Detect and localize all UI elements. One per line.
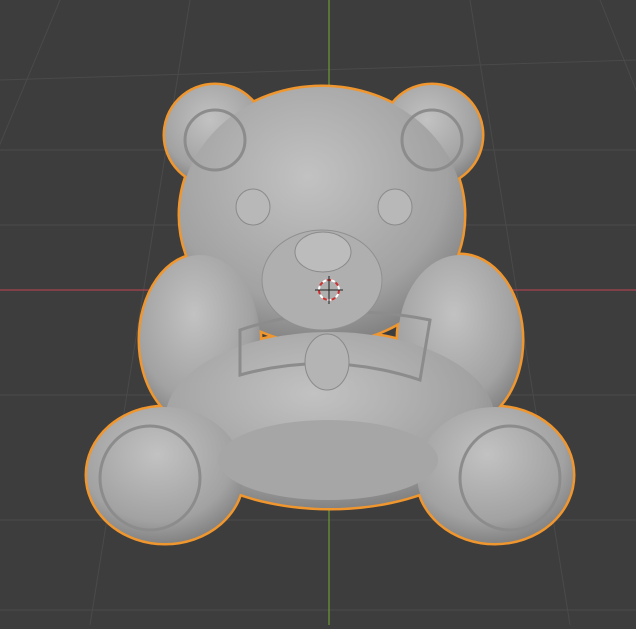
3d-viewport[interactable] bbox=[0, 0, 636, 626]
viewport-canvas[interactable] bbox=[0, 0, 636, 626]
teddy-bear-object[interactable] bbox=[87, 85, 573, 543]
